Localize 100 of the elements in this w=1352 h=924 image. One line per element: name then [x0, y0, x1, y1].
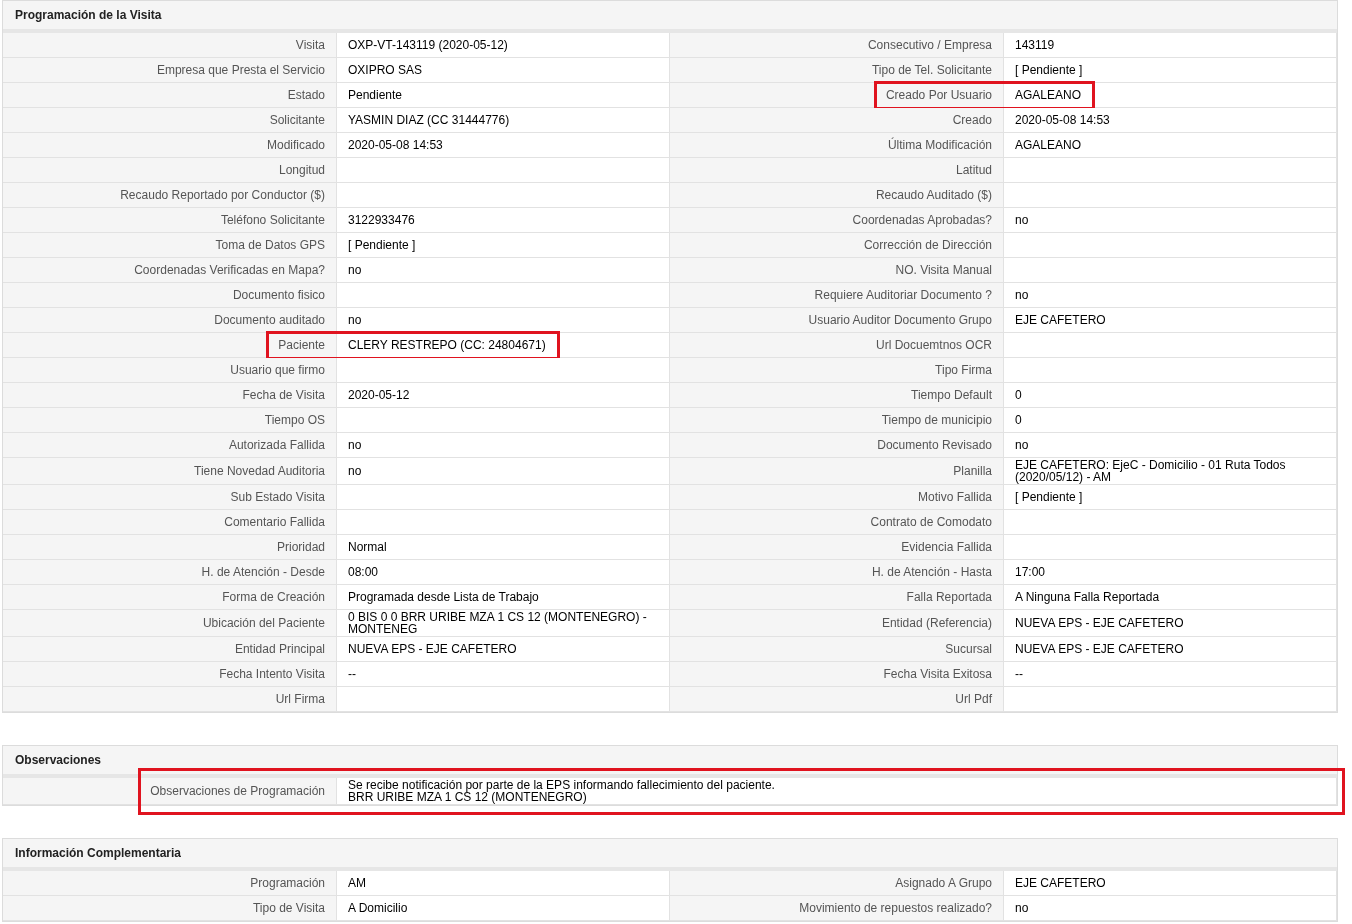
- field-label: Tiempo de municipio: [670, 408, 1004, 433]
- field-label: Url Docuemtnos OCR: [670, 333, 1004, 358]
- field-label: Recaudo Reportado por Conductor ($): [3, 183, 337, 208]
- field-value: no: [1004, 208, 1337, 233]
- field-label: Tiene Novedad Auditoria: [3, 458, 337, 485]
- field-value: 0 BIS 0 0 BRR URIBE MZA 1 CS 12 (MONTENEGRO) - MONTENEG: [337, 610, 670, 637]
- field-label: Movimiento de repuestos realizado?: [670, 896, 1004, 921]
- field-value: 2020-05-12: [337, 383, 670, 408]
- field-label: Creado: [670, 108, 1004, 133]
- field-label: Creado Por Usuario: [670, 83, 1004, 108]
- field-value: 0: [1004, 408, 1337, 433]
- field-label: Documento fisico: [3, 283, 337, 308]
- field-label: Falla Reportada: [670, 585, 1004, 610]
- field-label: Tiempo Default: [670, 383, 1004, 408]
- field-label: Tipo de Tel. Solicitante: [670, 58, 1004, 83]
- field-value: no: [1004, 896, 1337, 921]
- field-value: --: [1004, 662, 1337, 687]
- field-label: Fecha de Visita: [3, 383, 337, 408]
- field-value: [ Pendiente ]: [337, 233, 670, 258]
- field-label: Entidad Principal: [3, 637, 337, 662]
- field-label: Documento Revisado: [670, 433, 1004, 458]
- field-value: OXIPRO SAS: [337, 58, 670, 83]
- field-label: Forma de Creación: [3, 585, 337, 610]
- field-value: Se recibe notificación por parte de la EPS informando fallecimiento del paciente. BRR URIBE MZA 1 CS 12 (MONTENEGRO): [337, 778, 1337, 805]
- field-label: Entidad (Referencia): [670, 610, 1004, 637]
- field-label: Ubicación del Paciente: [3, 610, 337, 637]
- field-label: Longitud: [3, 158, 337, 183]
- field-label: H. de Atención - Hasta: [670, 560, 1004, 585]
- field-label: H. de Atención - Desde: [3, 560, 337, 585]
- field-label: Última Modificación: [670, 133, 1004, 158]
- field-label: Requiere Auditoriar Documento ?: [670, 283, 1004, 308]
- field-label: Asignado A Grupo: [670, 871, 1004, 896]
- field-label: Latitud: [670, 158, 1004, 183]
- field-label: Paciente: [3, 333, 337, 358]
- field-label: Comentario Fallida: [3, 510, 337, 535]
- field-value: NUEVA EPS - EJE CAFETERO: [1004, 610, 1337, 637]
- field-value: [ Pendiente ]: [1004, 485, 1337, 510]
- field-label: Consecutivo / Empresa: [670, 33, 1004, 58]
- field-label: Observaciones de Programación: [3, 778, 337, 805]
- field-value: no: [1004, 283, 1337, 308]
- field-value: Normal: [337, 535, 670, 560]
- section-title: Observaciones: [15, 752, 102, 769]
- field-label: Url Pdf: [670, 687, 1004, 712]
- field-label: Teléfono Solicitante: [3, 208, 337, 233]
- field-value: 0: [1004, 383, 1337, 408]
- field-label: Fecha Intento Visita: [3, 662, 337, 687]
- section-title: Programación de la Visita: [15, 7, 162, 24]
- field-label: Fecha Visita Exitosa: [670, 662, 1004, 687]
- field-value: no: [337, 258, 670, 283]
- field-value: A Ninguna Falla Reportada: [1004, 585, 1337, 610]
- field-label: NO. Visita Manual: [670, 258, 1004, 283]
- field-label: Solicitante: [3, 108, 337, 133]
- field-value: NUEVA EPS - EJE CAFETERO: [337, 637, 670, 662]
- field-value: no: [1004, 433, 1337, 458]
- field-value: OXP-VT-143119 (2020-05-12): [337, 33, 670, 58]
- field-label: Motivo Fallida: [670, 485, 1004, 510]
- field-label: Visita: [3, 33, 337, 58]
- field-value: AGALEANO: [1004, 133, 1337, 158]
- field-label: Documento auditado: [3, 308, 337, 333]
- field-label: Coordenadas Verificadas en Mapa?: [3, 258, 337, 283]
- field-value: YASMIN DIAZ (CC 31444776): [337, 108, 670, 133]
- field-value: 17:00: [1004, 560, 1337, 585]
- field-value: NUEVA EPS - EJE CAFETERO: [1004, 637, 1337, 662]
- field-label: Estado: [3, 83, 337, 108]
- field-label: Autorizada Fallida: [3, 433, 337, 458]
- field-label: Coordenadas Aprobadas?: [670, 208, 1004, 233]
- field-label: Url Firma: [3, 687, 337, 712]
- field-label: Toma de Datos GPS: [3, 233, 337, 258]
- section-title: Información Complementaria: [15, 845, 182, 862]
- field-value: Programada desde Lista de Trabajo: [337, 585, 670, 610]
- field-label: Sucursal: [670, 637, 1004, 662]
- field-value: 2020-05-08 14:53: [337, 133, 670, 158]
- field-label: Sub Estado Visita: [3, 485, 337, 510]
- field-label: Programación: [3, 871, 337, 896]
- field-value: EJE CAFETERO: [1004, 308, 1337, 333]
- field-value: EJE CAFETERO: [1004, 871, 1337, 896]
- field-value: no: [337, 458, 670, 485]
- field-label: Tipo de Visita: [3, 896, 337, 921]
- field-label: Contrato de Comodato: [670, 510, 1004, 535]
- field-label: Usuario Auditor Documento Grupo: [670, 308, 1004, 333]
- field-label: Corrección de Dirección: [670, 233, 1004, 258]
- field-value: EJE CAFETERO: EjeC - Domicilio - 01 Ruta Todos (2020/05/12) - AM: [1004, 458, 1337, 485]
- field-value: 2020-05-08 14:53: [1004, 108, 1337, 133]
- field-label: Tiempo OS: [3, 408, 337, 433]
- field-label: Prioridad: [3, 535, 337, 560]
- field-label: Usuario que firmo: [3, 358, 337, 383]
- field-value: A Domicilio: [337, 896, 670, 921]
- field-label: Tipo Firma: [670, 358, 1004, 383]
- field-value: 3122933476: [337, 208, 670, 233]
- field-value: AM: [337, 871, 670, 896]
- field-value: 08:00: [337, 560, 670, 585]
- field-label: Evidencia Fallida: [670, 535, 1004, 560]
- field-label: Empresa que Presta el Servicio: [3, 58, 337, 83]
- field-label: Planilla: [670, 458, 1004, 485]
- field-label: Modificado: [3, 133, 337, 158]
- field-value: 143119: [1004, 33, 1337, 58]
- field-value: --: [337, 662, 670, 687]
- field-label: Recaudo Auditado ($): [670, 183, 1004, 208]
- field-value: no: [337, 433, 670, 458]
- field-value: Pendiente: [337, 83, 670, 108]
